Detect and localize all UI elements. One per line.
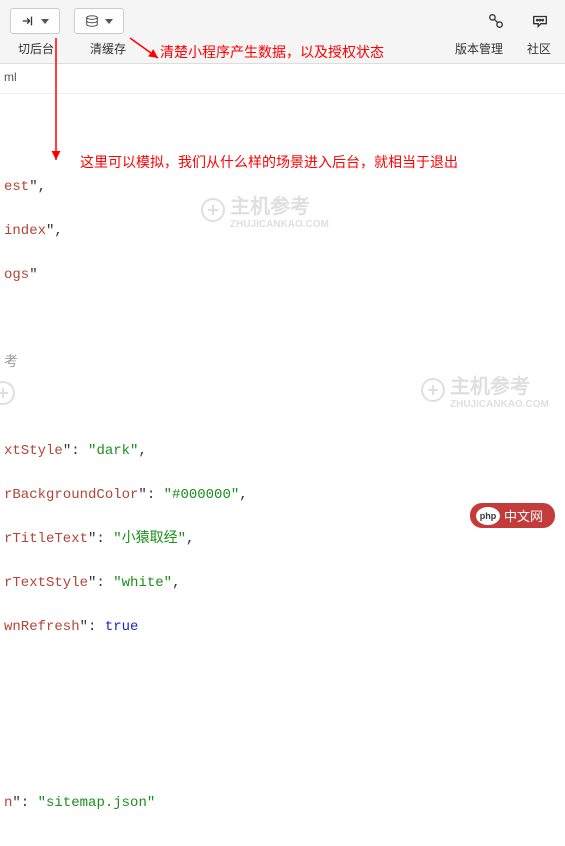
clear-cache-button[interactable] [74,8,124,34]
chevron-down-icon [41,19,49,24]
chevron-down-icon [105,19,113,24]
version-link-button[interactable] [481,8,511,34]
version-mgmt-label[interactable]: 版本管理 [451,40,507,57]
switch-bg-label[interactable]: 切后台 [14,40,58,57]
file-tab-suffix[interactable]: ml [4,70,17,84]
switch-background-button[interactable] [10,8,60,34]
community-label[interactable]: 社区 [523,40,555,57]
php-cn-badge: php 中文网 [470,503,555,528]
community-button[interactable] [525,8,555,34]
clear-cache-label[interactable]: 清缓存 [86,40,130,57]
code-editor[interactable]: est", index", ogs" 考 xtStyle": "dark", r… [0,94,565,846]
annotation-clear-cache: 清楚小程序产生数据，以及授权状态 [160,42,384,62]
